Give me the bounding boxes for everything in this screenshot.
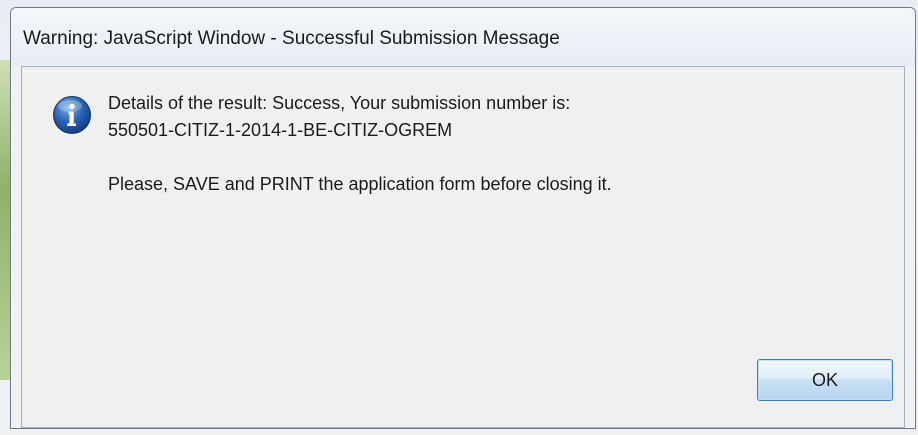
dialog-window: Warning: JavaScript Window - Successful …	[10, 7, 916, 429]
dialog-title: Warning: JavaScript Window - Successful …	[23, 28, 560, 49]
message-instruction-line: Please, SAVE and PRINT the application f…	[108, 174, 612, 194]
info-icon	[53, 96, 91, 134]
submission-number: 550501-CITIZ-1-2014-1-BE-CITIZ-OGREM	[108, 120, 453, 140]
ok-button[interactable]: OK	[757, 359, 893, 401]
dialog-body: Details of the result: Success, Your sub…	[21, 66, 905, 428]
dialog-message: Details of the result: Success, Your sub…	[108, 90, 612, 198]
message-result-line: Details of the result: Success, Your sub…	[108, 93, 571, 113]
dialog-titlebar[interactable]: Warning: JavaScript Window - Successful …	[11, 8, 915, 66]
